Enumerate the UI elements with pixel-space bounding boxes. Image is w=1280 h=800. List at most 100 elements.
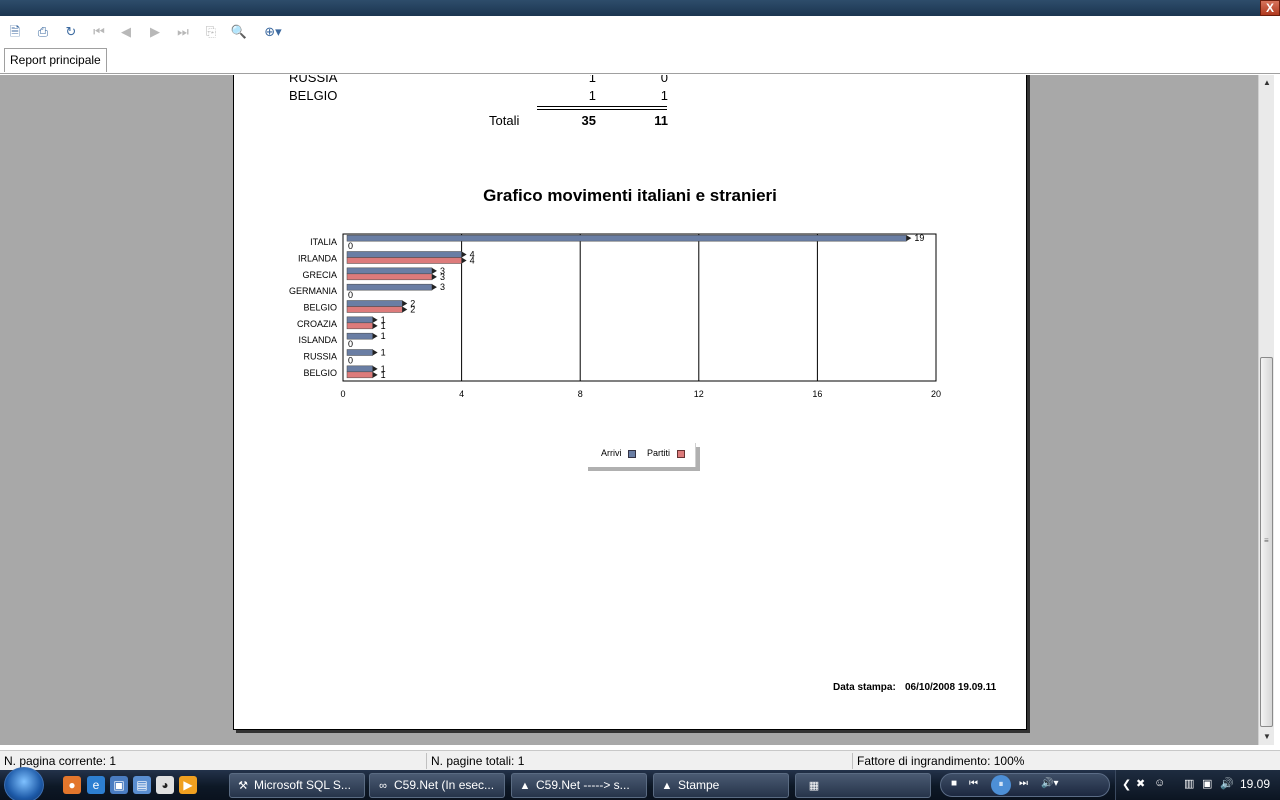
tab-report-principale[interactable]: Report principale (4, 48, 107, 72)
x-tick-label: 8 (578, 389, 583, 399)
status-divider (426, 753, 427, 769)
firefox-icon[interactable]: ● (63, 776, 81, 794)
totals-label: Totali (489, 113, 520, 128)
report-viewer: RUSSIA 1 0 BELGIO 1 1 Totali 35 11 Grafi… (0, 75, 1258, 745)
media-next-icon[interactable]: ⏭ (1019, 778, 1028, 789)
app-icon: ▲ (661, 780, 673, 792)
report-page: RUSSIA 1 0 BELGIO 1 1 Totali 35 11 Grafi… (233, 75, 1027, 730)
data-label: 1 (381, 348, 386, 358)
media-prev-icon[interactable]: ⏮ (969, 778, 978, 789)
x-tick-label: 20 (931, 389, 941, 399)
y-category-label: GERMANIA (289, 286, 337, 296)
media-controls: ■ ⏮ ⏸ ⏭ 🔊▾ (940, 773, 1110, 797)
taskbar-item-app[interactable]: ▲ C59.Net -----> s... (511, 773, 647, 798)
windows-taskbar: ● e ▣ ▤ ◕ ▶ ⚒ Microsoft SQL S... ∞ C59.N… (0, 767, 1280, 800)
legend-label-partiti: Partiti (647, 448, 671, 458)
export-icon[interactable]: 🗎 (6, 23, 24, 41)
data-label: 1 (381, 370, 386, 380)
data-label: 0 (348, 356, 353, 366)
data-label: 0 (348, 241, 353, 251)
taskbar-item-sql[interactable]: ⚒ Microsoft SQL S... (229, 773, 365, 798)
goto-page-icon[interactable]: ⎘ (202, 23, 220, 41)
chart-legend: Arrivi Partiti (584, 443, 696, 467)
find-icon[interactable]: 🔍 (230, 23, 248, 41)
media-stop-icon[interactable]: ■ (951, 778, 957, 789)
grip-icon: ≡ (1264, 536, 1269, 545)
device-icon[interactable]: ▥ (1184, 777, 1194, 790)
taskbar-item-blank[interactable]: ▦ (795, 773, 931, 798)
next-page-icon[interactable]: ▶ (146, 23, 164, 41)
chevron-left-icon[interactable]: ❮ (1122, 778, 1131, 791)
system-tray: ❮ ✖ ☺ ▥ ▣ 🔊 19.09 (1115, 770, 1280, 800)
bar-arrivi (346, 300, 403, 307)
legend-swatch-arrivi (628, 450, 636, 458)
totals-arrivi: 35 (581, 113, 596, 128)
viewer-toolbar: 🗎 ⎙ ↻ ⏮ ◀ ▶ ⏭ ⎘ 🔍 ⊕▾ (0, 16, 1280, 46)
data-label: 0 (348, 290, 353, 300)
taskbar-item-vs[interactable]: ∞ C59.Net (In esec... (369, 773, 505, 798)
window-title-bar: X (0, 0, 1280, 16)
row-arrivi: 1 (588, 75, 596, 85)
status-divider (852, 753, 853, 769)
user-icon[interactable]: ☺ (1154, 777, 1165, 789)
bar-arrivi (346, 365, 373, 373)
bar-arrivi (346, 251, 462, 258)
taskbar-item-label: C59.Net (In esec... (394, 778, 495, 792)
window-close-button[interactable]: X (1260, 0, 1280, 16)
desktop-icon[interactable]: ▣ (110, 776, 128, 794)
prev-page-icon[interactable]: ◀ (117, 23, 135, 41)
ie-icon[interactable]: e (87, 776, 105, 794)
y-category-label: CROAZIA (297, 319, 337, 329)
taskbar-item-stampe[interactable]: ▲ Stampe (653, 773, 789, 798)
bar-arrivi (346, 267, 433, 275)
speaker-icon[interactable]: 🔊 (1220, 777, 1234, 790)
print-date-label: Data stampa: (833, 682, 896, 693)
last-page-icon[interactable]: ⏭ (174, 23, 192, 41)
status-bar: N. pagina corrente: 1 N. pagine totali: … (0, 750, 1280, 770)
x-tick-label: 16 (812, 389, 822, 399)
status-zoom: Fattore di ingrandimento: 100% (857, 754, 1025, 768)
legend-label-arrivi: Arrivi (601, 448, 622, 458)
data-label: 4 (470, 256, 475, 266)
bar-partiti (346, 273, 433, 281)
media-pause-icon[interactable]: ⏸ (991, 775, 1011, 795)
app-icon: ▲ (519, 780, 531, 792)
scroll-up-arrow-icon[interactable]: ▲ (1259, 75, 1275, 91)
scroll-thumb[interactable]: ≡ (1260, 357, 1273, 727)
print-icon[interactable]: ⎙ (34, 23, 52, 41)
clock: 19.09 (1239, 777, 1270, 791)
tab-strip: Report principale (0, 46, 1280, 74)
row-arrivi: 1 (588, 88, 596, 103)
zoom-icon[interactable]: ⊕▾ (258, 23, 288, 41)
print-date-value: 06/10/2008 19.09.11 (905, 682, 997, 693)
first-page-icon[interactable]: ⏮ (90, 23, 108, 41)
start-button[interactable] (4, 767, 44, 800)
panda-icon[interactable]: ◕ (156, 776, 174, 794)
vertical-scrollbar[interactable]: ▲ ≡ ▼ (1258, 75, 1274, 745)
y-category-label: RUSSIA (303, 352, 337, 362)
row-partiti: 0 (660, 75, 668, 85)
y-category-label: BELGIO (303, 368, 337, 378)
row-partiti: 1 (660, 88, 668, 103)
data-label: 1 (381, 321, 386, 331)
data-label: 0 (348, 339, 353, 349)
window-switch-icon[interactable]: ▤ (133, 776, 151, 794)
taskbar-item-label: Stampe (678, 778, 720, 792)
media-player-icon[interactable]: ▶ (179, 776, 197, 794)
data-label: 1 (381, 331, 386, 341)
bar-partiti (346, 322, 373, 330)
refresh-icon[interactable]: ↻ (62, 23, 80, 41)
media-volume-icon[interactable]: 🔊▾ (1041, 778, 1058, 789)
network-icon[interactable]: ✖ (1136, 777, 1145, 790)
bar-arrivi (346, 316, 373, 324)
y-category-label: ITALIA (310, 237, 337, 247)
bar-partiti (346, 371, 373, 379)
data-label: 19 (914, 233, 924, 243)
data-label: 3 (440, 272, 445, 282)
monitor-icon[interactable]: ▣ (1202, 777, 1212, 790)
vs-icon: ∞ (379, 780, 387, 792)
scroll-down-arrow-icon[interactable]: ▼ (1259, 729, 1275, 745)
row-country: RUSSIA (289, 75, 338, 85)
y-category-label: BELGIO (303, 303, 337, 313)
data-label: 2 (410, 305, 415, 315)
